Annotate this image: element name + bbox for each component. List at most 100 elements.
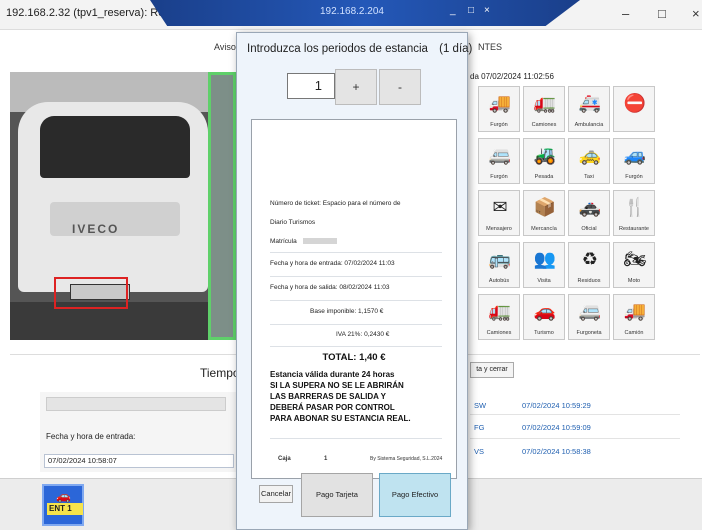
- vehicle-button-label: Furgón: [625, 174, 643, 180]
- vehicle-button-camiones[interactable]: 🚛 Camiones: [478, 294, 520, 340]
- vehicle-button-taxi[interactable]: 🚕 Taxi: [568, 138, 610, 184]
- vehicle-button-restaurante[interactable]: 🍴 Restaurante: [613, 190, 655, 236]
- ticket-number: Número de ticket: Espacio para el número…: [270, 200, 401, 207]
- entry-datetime-field[interactable]: 07/02/2024 10:58:07: [44, 454, 234, 468]
- record-divider: [470, 414, 680, 415]
- vehicle-button-pesada[interactable]: 🚜 Pesada: [523, 138, 565, 184]
- restaurant-icon: 🍴: [623, 196, 647, 217]
- vehicle-button-label: Oficial: [581, 226, 597, 232]
- ticket-plate: Matrícula: [270, 238, 337, 245]
- record-divider: [470, 438, 680, 439]
- vehicle-button-label: Furgón: [490, 122, 508, 128]
- vehicle-button-oficial[interactable]: 🚓 Oficial: [568, 190, 610, 236]
- recycle-icon: ♻: [581, 248, 599, 269]
- heavy-icon: 🚜: [533, 144, 557, 165]
- vehicle-button-label: Turismo: [534, 330, 554, 336]
- vehicle-button-mensajero[interactable]: ✉ Mensajero: [478, 190, 520, 236]
- ticket-footer: By Sistema Seguridad, S.L.2024: [370, 456, 443, 462]
- window-title: 192.168.2.32 (tpv1_reserva): Re...: [6, 7, 174, 19]
- card-payment-button[interactable]: Pago Tarjeta: [301, 473, 373, 517]
- ticket-divider: [270, 276, 442, 277]
- increment-button[interactable]: +: [335, 69, 377, 105]
- vehicle-button-label: Camiones: [486, 330, 512, 336]
- ticket-total: TOTAL: 1,40 €: [322, 352, 386, 363]
- close-button[interactable]: ×: [692, 6, 700, 21]
- dialog-title: Introduzca los periodos de estancia (1 d…: [247, 43, 472, 55]
- entry-datetime-label: Fecha y hora de entrada:: [46, 432, 136, 441]
- van-icon: 🚙: [623, 144, 647, 165]
- vehicle-button-residuos[interactable]: ♻ Residuos: [568, 242, 610, 288]
- vehicle-button-furg-n[interactable]: 🚙 Furgón: [613, 138, 655, 184]
- ticket-preview: Número de ticket: Espacio para el número…: [251, 119, 457, 479]
- vehicle-button-furg-n[interactable]: 🚚 Furgón: [478, 86, 520, 132]
- plate-redaction: [302, 238, 337, 245]
- maximize-button[interactable]: □: [658, 6, 666, 21]
- ticket-entry: Fecha y hora de entrada: 07/02/2024 11:0…: [270, 260, 395, 267]
- ticket-warning-4: DEBERÁ PASAR POR CONTROL: [270, 403, 395, 412]
- ticket-divider: [270, 346, 442, 347]
- vehicle-button-label: Residuos: [577, 278, 601, 284]
- vehicle-button-moto[interactable]: 🏍 Moto: [613, 242, 655, 288]
- vehicle-button-label: Taxi: [584, 174, 594, 180]
- vehicle-button-furg-n[interactable]: 🚐 Furgón: [478, 138, 520, 184]
- vehicle-button-cami-n[interactable]: 🚚 Camión: [613, 294, 655, 340]
- remote-close-button[interactable]: ×: [484, 5, 490, 16]
- ticket-type: Diario Turismos: [270, 219, 316, 226]
- record-code: FG: [474, 423, 485, 432]
- vehicle-button-label: Moto: [627, 278, 641, 284]
- cerrar-button[interactable]: ta y cerrar: [470, 362, 514, 378]
- ticket-divider: [270, 300, 442, 301]
- remote-minimize-button[interactable]: _: [450, 5, 456, 16]
- vehicle-button-label: Mensajero: [486, 226, 512, 232]
- ticket-divider: [270, 324, 442, 325]
- dialog-days: (1 día): [439, 43, 473, 55]
- vehicle-button-label: Camión: [624, 330, 644, 336]
- record-code: SW: [474, 401, 487, 410]
- cash-payment-button[interactable]: Pago Efectivo: [379, 473, 451, 517]
- car-icon: 🚗: [56, 489, 71, 503]
- ticket-divider: [270, 252, 442, 253]
- vehicle-button-ambulancia[interactable]: 🚑 Ambulancia: [568, 86, 610, 132]
- truck-icon: 🚛: [533, 92, 557, 113]
- vehicle-button-label: Restaurante: [619, 226, 649, 232]
- van-icon: 🚚: [488, 92, 512, 113]
- records-list: SW 07/02/2024 10:59:29 FG 07/02/2024 10:…: [470, 392, 700, 466]
- no-entry-icon: ⛔: [623, 92, 647, 113]
- vehicle-button-autob-s[interactable]: 🚌 Autobús: [478, 242, 520, 288]
- entrance-1-button[interactable]: 🚗 ENT 1: [42, 484, 84, 526]
- ticket-iva: IVA 21%: 0,2430 €: [336, 331, 390, 338]
- cancel-button[interactable]: Cancelar: [259, 485, 293, 503]
- stay-periods-dialog: Introduzca los periodos de estancia (1 d…: [236, 32, 472, 530]
- vehicle-button-mercanc-a[interactable]: 📦 Mercancía: [523, 190, 565, 236]
- van-windshield: [40, 116, 190, 178]
- ticket-warning-3: LAS BARRERAS DE SALIDA Y: [270, 392, 387, 401]
- vehicle-button-label: Visita: [537, 278, 551, 284]
- vehicle-button-label: Pesada: [534, 174, 554, 180]
- remote-maximize-button[interactable]: □: [468, 5, 474, 16]
- remote-session-bar[interactable]: 192.168.2.204 _ □ ×: [150, 0, 580, 26]
- vehicle-button-restricted[interactable]: ⛔: [613, 86, 655, 132]
- vehicle-button-turismo[interactable]: 🚗 Turismo: [523, 294, 565, 340]
- ticket-warning-1: Estancia válida durante 24 horas: [270, 370, 395, 379]
- vehicle-button-furgoneta[interactable]: 🚐 Furgoneta: [568, 294, 610, 340]
- camera-feed-secondary: [208, 72, 236, 340]
- package-icon: 📦: [533, 196, 557, 217]
- vehicle-button-label: Furgoneta: [576, 330, 602, 336]
- periods-input[interactable]: 1: [287, 73, 335, 99]
- motorbike-icon: 🏍: [623, 248, 647, 269]
- plate-detection-box: [54, 277, 128, 309]
- ambulance-icon: 🚑: [578, 92, 602, 113]
- vehicle-button-camiones[interactable]: 🚛 Camiones: [523, 86, 565, 132]
- bus-icon: 🚌: [488, 248, 512, 269]
- aviso-label: Aviso: [214, 42, 236, 52]
- camera-feed: IVECO: [10, 72, 210, 340]
- minimize-button[interactable]: –: [622, 6, 629, 21]
- ticket-exit: Fecha y hora de salida: 08/02/2024 11:03: [270, 284, 390, 291]
- vehicle-button-visita[interactable]: 👥 Visita: [523, 242, 565, 288]
- tiempo-label: Tiempo: [200, 366, 240, 380]
- ticket-warning-2: SI LA SUPERA NO SE LE ABRIRÁN: [270, 381, 404, 390]
- van-brand: IVECO: [72, 222, 120, 236]
- decrement-button[interactable]: -: [379, 69, 421, 105]
- window-titlebar: 192.168.2.32 (tpv1_reserva): Re... 192.1…: [0, 0, 702, 30]
- ticket-caja-number: 1: [324, 456, 328, 462]
